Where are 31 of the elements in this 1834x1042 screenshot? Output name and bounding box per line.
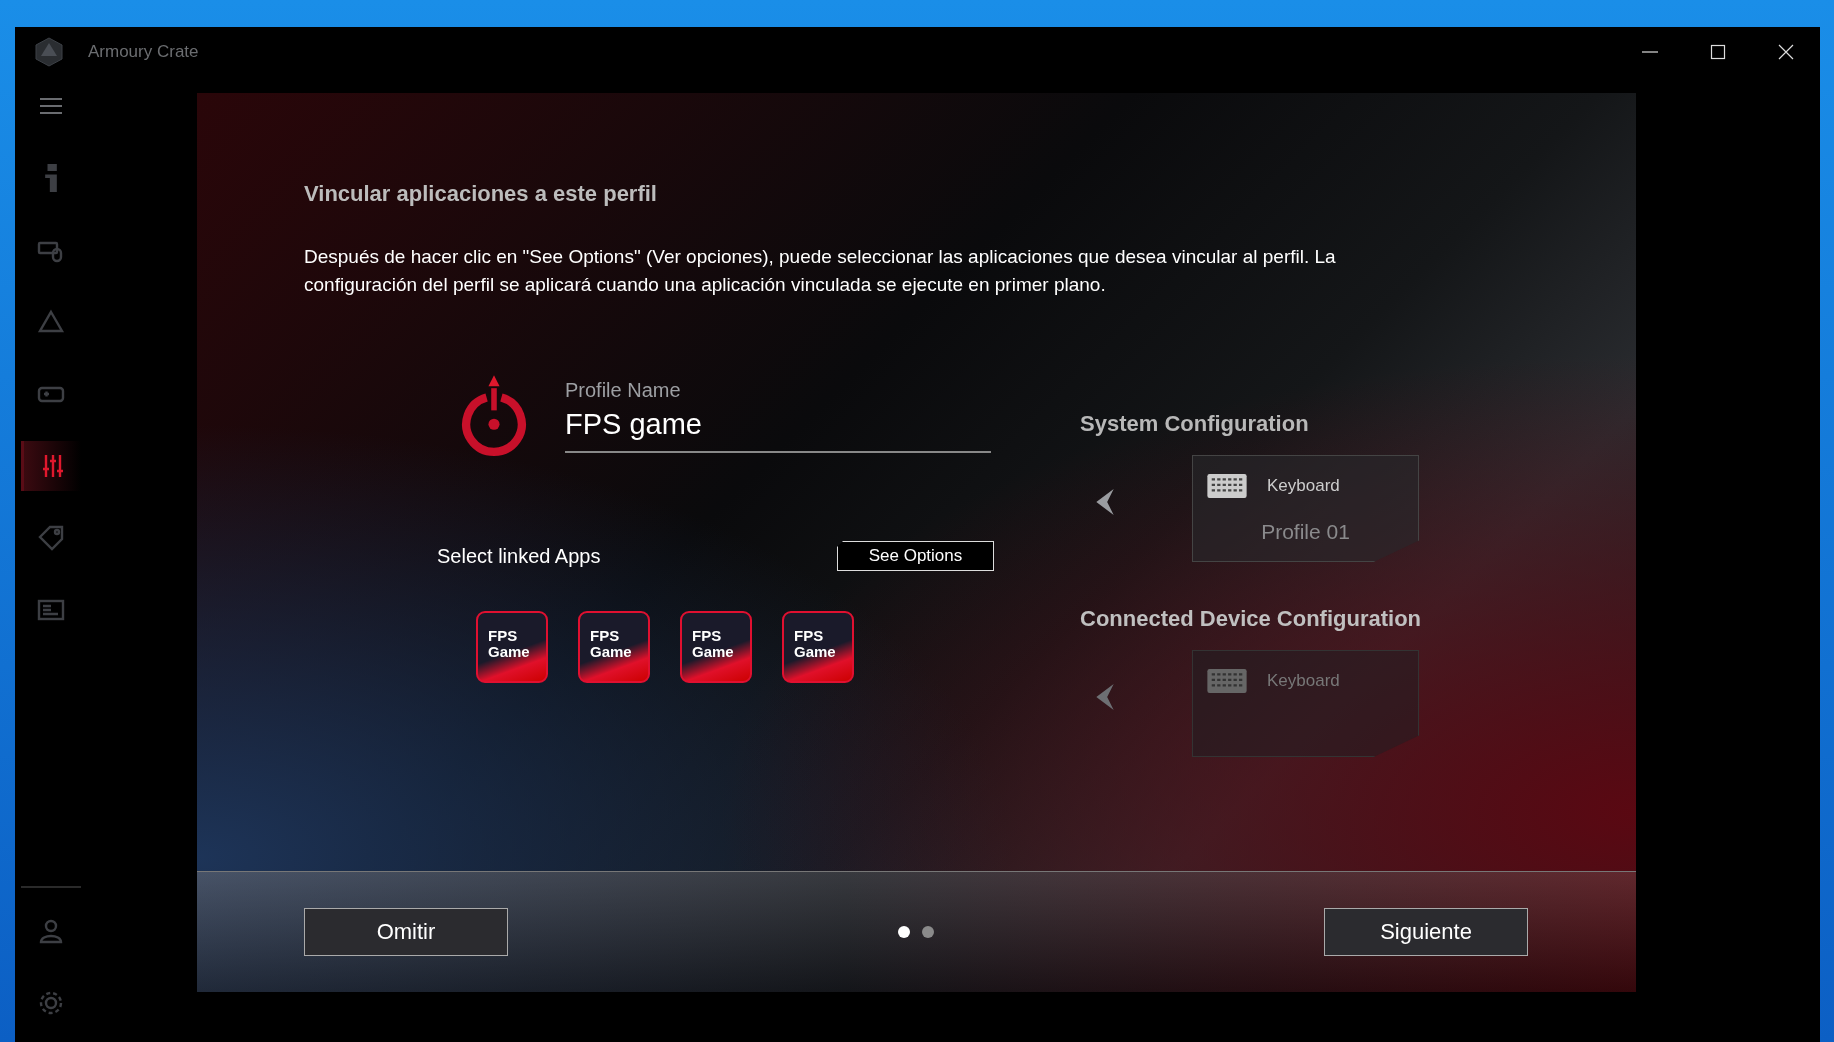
profile-name-field[interactable]: FPS game — [565, 402, 991, 453]
page-dot[interactable] — [898, 926, 910, 938]
section-title: Connected Device Configuration — [1080, 606, 1422, 632]
app-logo-icon — [34, 37, 64, 67]
profile-value: Profile 01 — [1260, 520, 1351, 544]
device-name: Keyboard — [1267, 671, 1340, 691]
app-icon: FPS Game — [680, 611, 752, 683]
dialog-title: Vincular aplicaciones a este perfil — [304, 181, 658, 207]
section-title: System Configuration — [1080, 411, 1310, 437]
skip-button[interactable]: Omitir — [304, 908, 508, 956]
page-dot[interactable] — [922, 926, 934, 938]
window-title: Armoury Crate — [88, 42, 199, 62]
left-arrow-icon — [1096, 489, 1114, 515]
see-options-button[interactable]: See Options — [837, 541, 994, 571]
sidebar-item[interactable] — [21, 441, 81, 491]
app-icon: FPS Game — [782, 611, 854, 683]
app-icon: FPS Game — [476, 611, 548, 683]
keyboard-icon — [1207, 474, 1247, 498]
info-icon — [45, 164, 57, 192]
keyboard-icon — [1207, 669, 1247, 693]
close-icon — [1778, 44, 1794, 60]
left-arrow-icon — [1096, 684, 1114, 710]
dialog-description: Después de hacer clic en "See Options" (Ver opciones), puede seleccionar las aplicaciones que desea vincular al perfil. La configuración del perfil se aplicará cuando una aplicación vinculada se ejecute en primer plano. — [304, 245, 1337, 297]
next-button[interactable]: Siguiente — [1324, 908, 1528, 956]
maximize-icon — [1710, 44, 1726, 60]
tag-icon — [36, 523, 66, 553]
minimize-icon — [1642, 51, 1658, 53]
app-icon: FPS Game — [578, 611, 650, 683]
device-name: Keyboard — [1267, 476, 1340, 496]
field-label: Profile Name — [565, 379, 682, 402]
linked-apps-label: Select linked Apps — [437, 544, 601, 568]
